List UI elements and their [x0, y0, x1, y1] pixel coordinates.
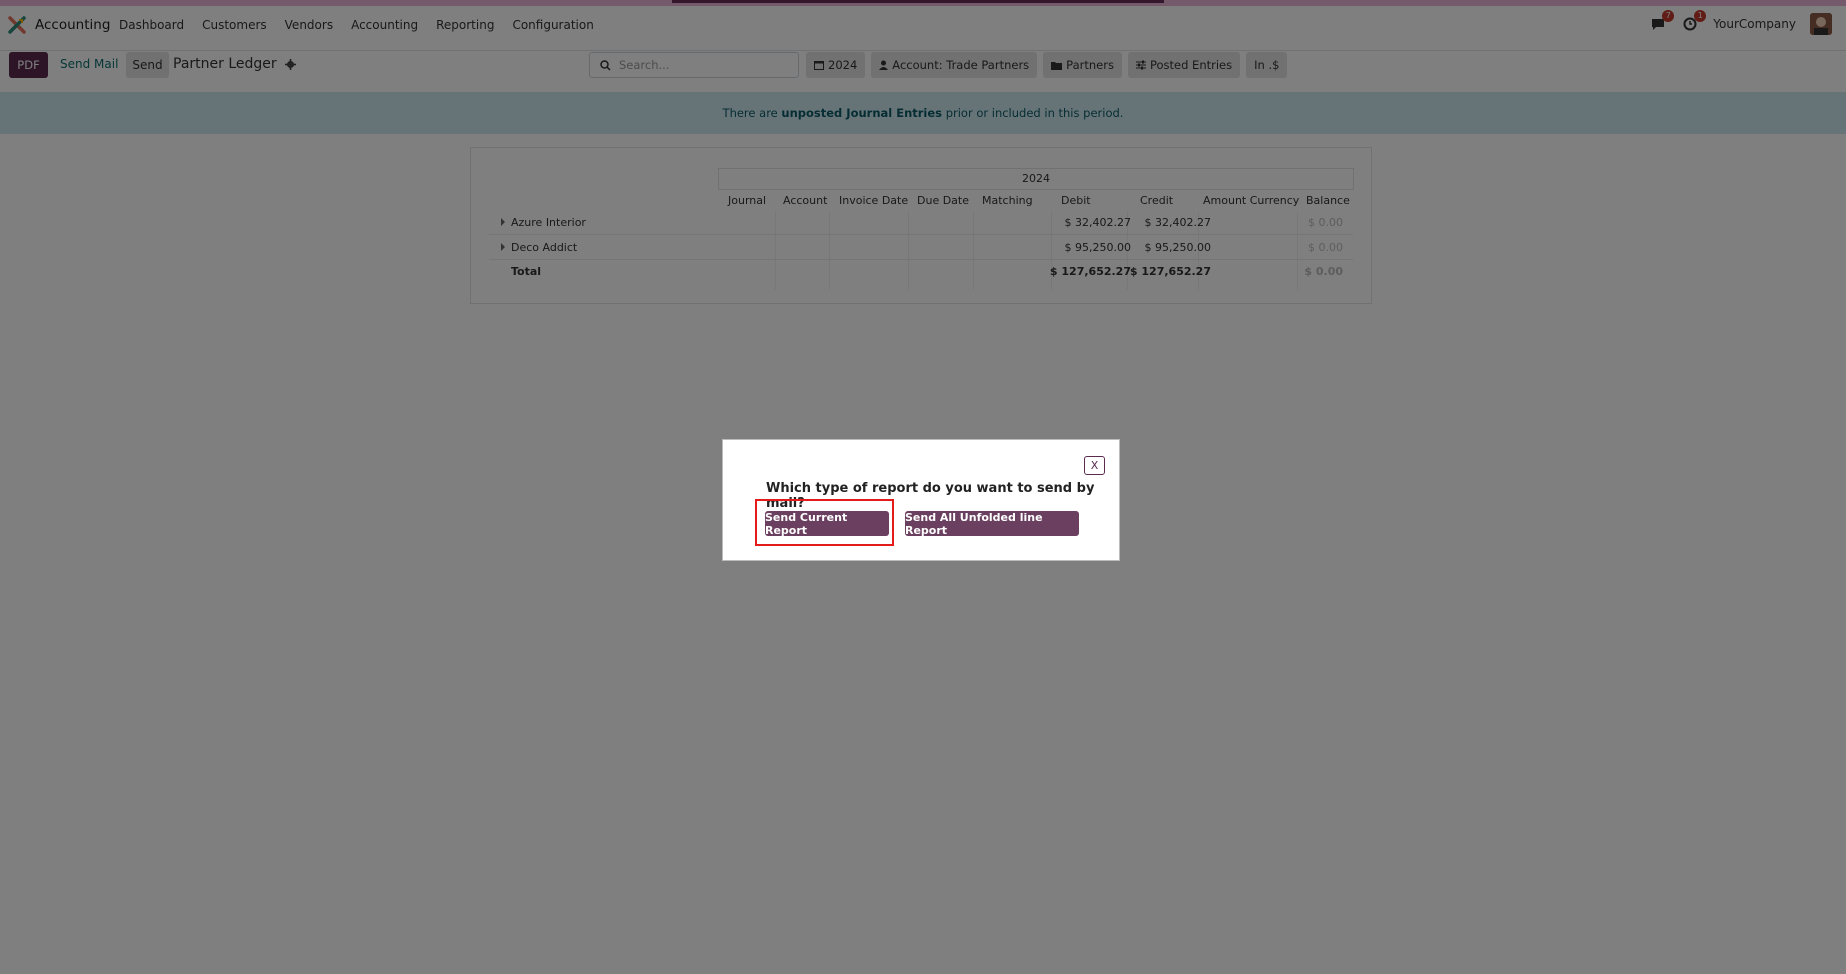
send-unfolded-report-button[interactable]: Send All Unfolded line Report — [905, 511, 1079, 537]
highlight-box — [755, 499, 894, 546]
close-button[interactable]: X — [1084, 456, 1105, 475]
